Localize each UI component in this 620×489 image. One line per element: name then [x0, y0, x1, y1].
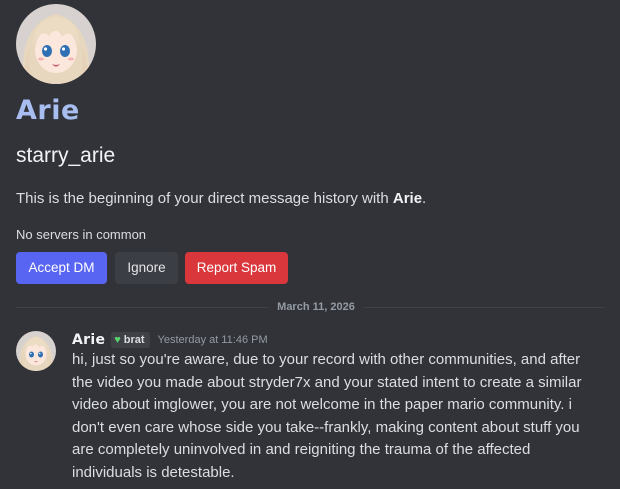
date-divider-line-right [364, 307, 604, 308]
dm-view: Arie starry_arie This is the beginning o… [0, 0, 620, 489]
profile-username: starry_arie [16, 144, 116, 167]
intro-name: Arie [392, 190, 423, 207]
intro-prefix: This is the beginning of your direct mes… [16, 190, 393, 207]
dm-intro-text: This is the beginning of your direct mes… [16, 188, 426, 210]
message-content: hi, just so you're aware, due to your re… [72, 351, 582, 481]
message-timestamp[interactable]: Yesterday at 11:46 PM [158, 334, 268, 346]
accept-dm-button[interactable]: Accept DM [16, 252, 107, 284]
message-header: Arie ♥ brat Yesterday at 11:46 PM [72, 330, 268, 350]
green-heart-icon: ♥ [114, 333, 121, 346]
date-divider-line-left [16, 307, 268, 308]
ignore-button[interactable]: Ignore [115, 252, 178, 284]
server-tag-label: brat [123, 334, 145, 346]
profile-avatar[interactable] [16, 4, 96, 84]
date-divider-label: March 11, 2026 [277, 301, 355, 313]
intro-suffix: . [422, 190, 427, 207]
report-spam-button[interactable]: Report Spam [185, 252, 288, 284]
server-tag-badge[interactable]: ♥ brat [111, 332, 150, 348]
message-author-name[interactable]: Arie [72, 332, 105, 348]
message-author-avatar[interactable] [16, 331, 56, 371]
avatar-image [16, 4, 96, 84]
avatar-image [16, 331, 56, 371]
mutual-servers-text: No servers in common [16, 227, 147, 242]
profile-display-name: Arie [16, 95, 80, 126]
